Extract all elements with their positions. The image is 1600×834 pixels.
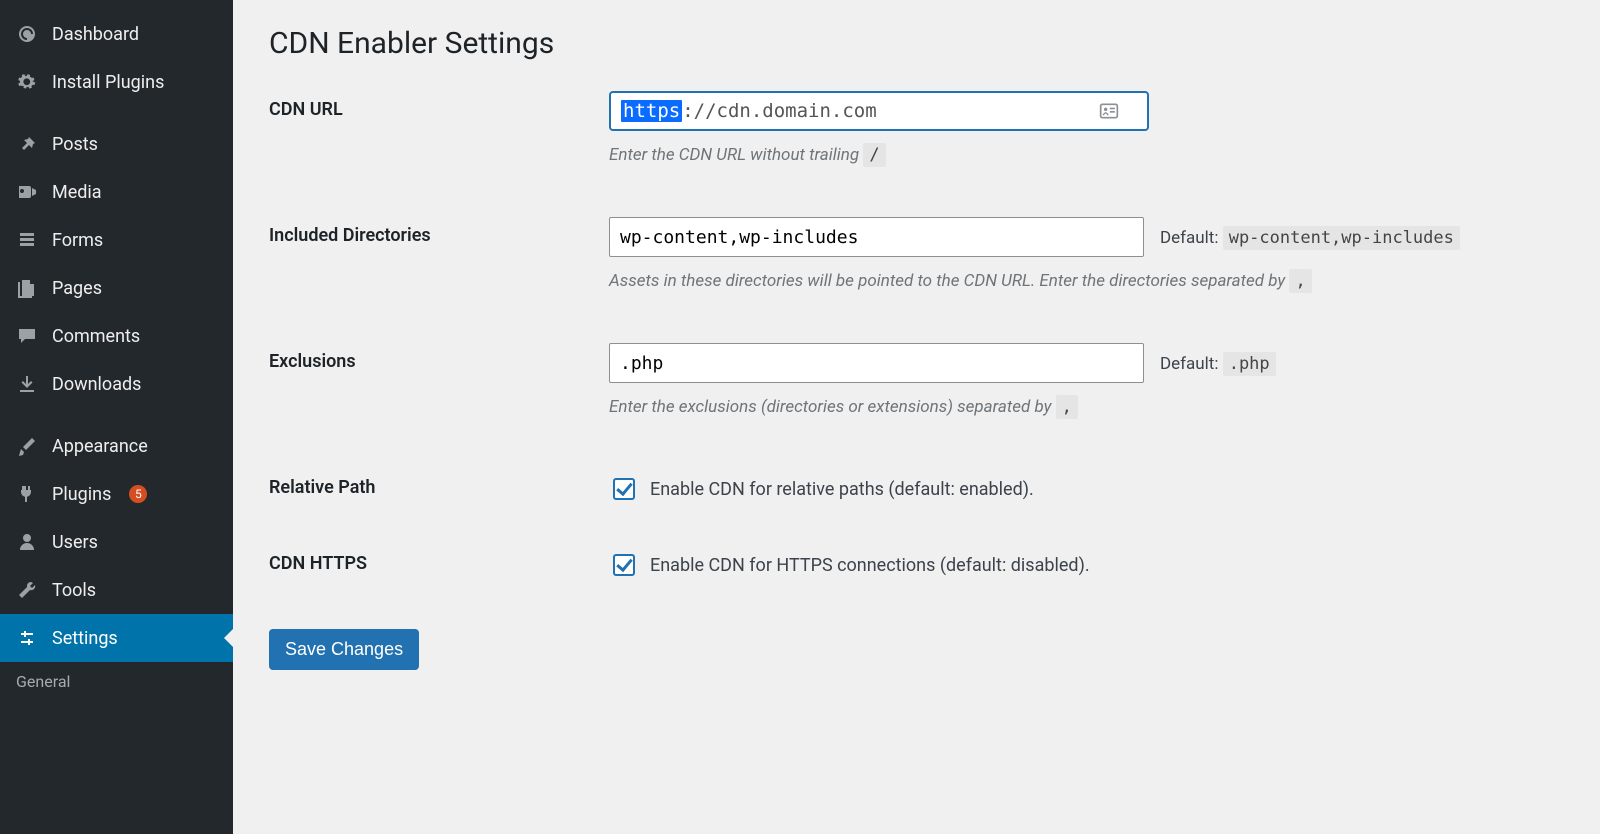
media-icon xyxy=(16,181,38,203)
sidebar-item-label: Downloads xyxy=(52,374,141,395)
included-default: Default: wp-content,wp-includes xyxy=(1160,228,1460,248)
sidebar-item-label: Appearance xyxy=(52,436,148,457)
sidebar-item-label: Install Plugins xyxy=(52,72,164,93)
save-button[interactable]: Save Changes xyxy=(269,629,419,670)
included-help: Assets in these directories will be poin… xyxy=(609,271,1572,291)
pin-icon xyxy=(16,133,38,155)
relative-checkbox[interactable] xyxy=(613,478,635,500)
admin-sidebar: Dashboard Install Plugins Posts Media Fo… xyxy=(0,0,233,834)
cdn-url-input[interactable]: https://cdn.domain.com xyxy=(609,91,1149,131)
plug-icon xyxy=(16,483,38,505)
settings-icon xyxy=(16,627,38,649)
relative-checkbox-row[interactable]: Enable CDN for relative paths (default: … xyxy=(609,469,1572,503)
sidebar-item-label: Comments xyxy=(52,326,140,347)
brush-icon xyxy=(16,435,38,457)
exclusions-help: Enter the exclusions (directories or ext… xyxy=(609,397,1572,417)
sidebar-item-install-plugins[interactable]: Install Plugins xyxy=(0,58,233,106)
sidebar-item-tools[interactable]: Tools xyxy=(0,566,233,614)
cdn-url-help: Enter the CDN URL without trailing / xyxy=(609,145,1572,165)
cdn-url-rest: ://cdn.domain.com xyxy=(682,100,876,122)
user-icon xyxy=(16,531,38,553)
download-icon xyxy=(16,373,38,395)
sidebar-item-forms[interactable]: Forms xyxy=(0,216,233,264)
gear-icon xyxy=(16,71,38,93)
sidebar-item-downloads[interactable]: Downloads xyxy=(0,360,233,408)
included-label: Included Directories xyxy=(269,217,609,246)
sidebar-item-appearance[interactable]: Appearance xyxy=(0,422,233,470)
sidebar-item-label: Users xyxy=(52,532,98,553)
page-title: CDN Enabler Settings xyxy=(269,26,1572,61)
included-input[interactable] xyxy=(609,217,1144,257)
dashboard-icon xyxy=(16,23,38,45)
relative-label: Relative Path xyxy=(269,469,609,498)
sidebar-item-plugins[interactable]: Plugins 5 xyxy=(0,470,233,518)
sidebar-item-label: Media xyxy=(52,182,102,203)
sidebar-item-posts[interactable]: Posts xyxy=(0,120,233,168)
https-checkbox-row[interactable]: Enable CDN for HTTPS connections (defaul… xyxy=(609,545,1572,579)
sidebar-item-label: Settings xyxy=(52,628,118,649)
main-content: CDN Enabler Settings CDN URL https://cdn… xyxy=(233,0,1600,834)
https-label: CDN HTTPS xyxy=(269,545,609,574)
comment-icon xyxy=(16,325,38,347)
sidebar-item-users[interactable]: Users xyxy=(0,518,233,566)
sidebar-item-label: Plugins xyxy=(52,484,111,505)
autofill-icon xyxy=(1097,99,1121,123)
plugins-badge: 5 xyxy=(129,485,147,503)
sidebar-item-label: Forms xyxy=(52,230,103,251)
forms-icon xyxy=(16,229,38,251)
https-text: Enable CDN for HTTPS connections (defaul… xyxy=(650,555,1090,576)
sidebar-item-comments[interactable]: Comments xyxy=(0,312,233,360)
exclusions-default: Default: .php xyxy=(1160,354,1276,374)
exclusions-input[interactable] xyxy=(609,343,1144,383)
https-checkbox[interactable] xyxy=(613,554,635,576)
wrench-icon xyxy=(16,579,38,601)
cdn-url-selection: https xyxy=(621,100,682,122)
sidebar-item-label: Pages xyxy=(52,278,102,299)
exclusions-label: Exclusions xyxy=(269,343,609,372)
sidebar-item-pages[interactable]: Pages xyxy=(0,264,233,312)
cdn-url-label: CDN URL xyxy=(269,91,609,120)
sidebar-item-media[interactable]: Media xyxy=(0,168,233,216)
relative-text: Enable CDN for relative paths (default: … xyxy=(650,479,1034,500)
pages-icon xyxy=(16,277,38,299)
sidebar-item-label: Tools xyxy=(52,580,96,601)
sidebar-sub-general[interactable]: General xyxy=(0,662,233,701)
sidebar-item-settings[interactable]: Settings xyxy=(0,614,233,662)
sidebar-item-label: Posts xyxy=(52,134,98,155)
sidebar-item-label: Dashboard xyxy=(52,24,139,45)
sidebar-item-dashboard[interactable]: Dashboard xyxy=(0,10,233,58)
